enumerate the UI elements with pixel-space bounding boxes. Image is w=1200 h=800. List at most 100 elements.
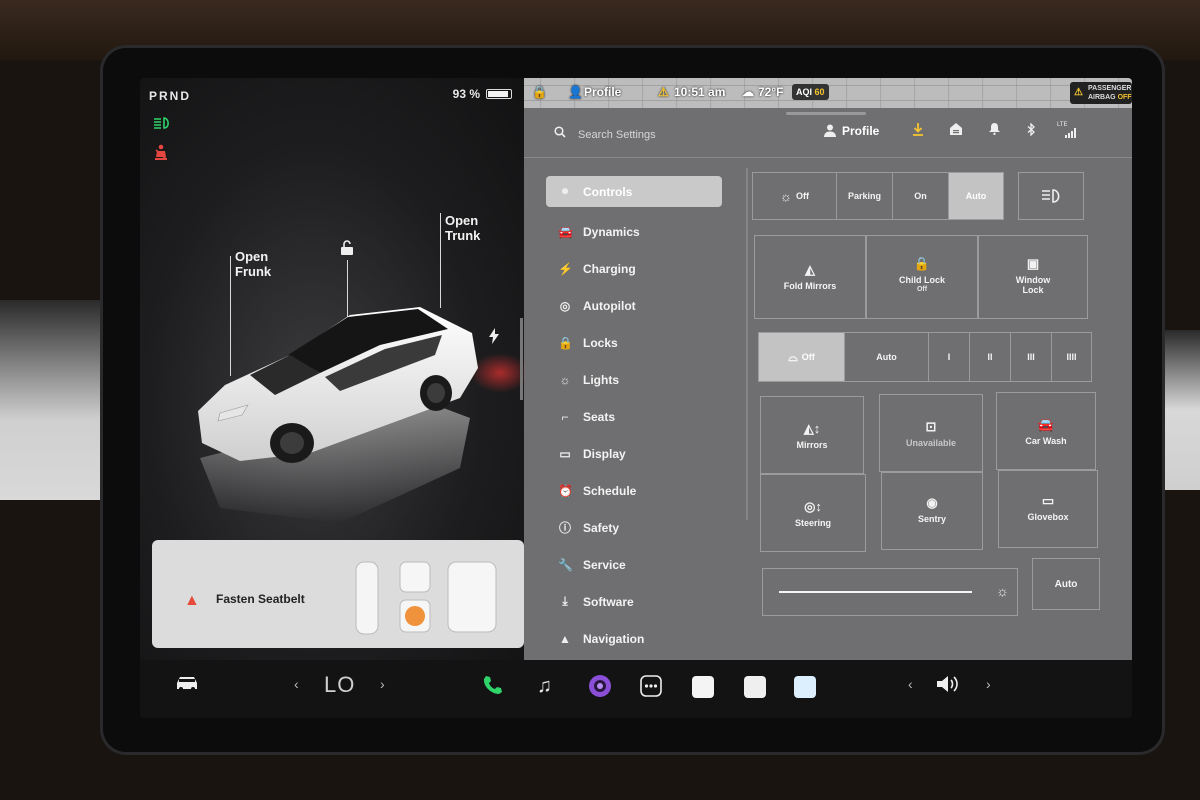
seat-icon: ⌐ [561,409,569,424]
app-tile-2[interactable] [744,676,766,698]
signal-icon [1065,126,1077,141]
nav-item-software[interactable]: ⤓ Software [546,583,722,620]
wipers-auto-button[interactable]: Auto [844,332,928,382]
volume-up-chevron-icon[interactable]: › [986,676,991,692]
seatbelt-warning-icon [152,144,170,167]
search-settings-input[interactable] [576,124,760,146]
steering-label: Steering [794,518,831,528]
nav-item-dynamics[interactable]: 🚘 Dynamics [546,213,722,250]
nav-item-seats[interactable]: ⌐ Seats [546,398,722,435]
glovebox-button[interactable]: ▭ Glovebox [998,470,1098,548]
wipers-speed-1-button[interactable]: I [928,332,969,382]
nav-item-charging[interactable]: ⚡ Charging [546,250,722,287]
wipers-off-button[interactable]: ⌓ Off [758,332,844,382]
car-icon: 🚘 [1037,417,1055,432]
window-lock-button[interactable]: ▣ Window Lock [978,235,1088,319]
touchscreen: PRND 93 % Open Frunk Open Trunk ▲ Fasten… [140,78,1132,718]
alarm-icon: ⏰ [558,483,573,498]
unavailable-label: Unavailable [905,438,957,448]
nav-item-service[interactable]: 🔧 Service [546,546,722,583]
battery-fill [488,91,509,97]
nav-item-lights[interactable]: ☼ Lights [546,361,722,398]
nav-label: Software [583,594,634,609]
airbag-line1: PASSENGER [1088,85,1132,92]
volume-down-chevron-icon[interactable]: ‹ [908,676,913,692]
seatbelt-alert-card[interactable]: ▲ Fasten Seatbelt [152,540,524,648]
child-lock-button[interactable]: 🔒 Child Lock Off [866,235,978,319]
headlights-auto-button[interactable]: Auto [948,172,1004,220]
headlights-on-button[interactable]: On [892,172,948,220]
nav-label: Navigation [583,631,645,646]
volume-icon[interactable] [936,674,962,699]
bluetooth-icon[interactable] [1027,122,1036,139]
mirror-adjust-icon: ◭↕ [803,421,821,436]
gear-indicator: PRND [149,89,192,103]
headlights-on-label: On [914,191,927,201]
car-icon[interactable] [174,675,200,696]
car-wash-button[interactable]: 🚘 Car Wash [996,392,1096,470]
open-frunk-line2: Frunk [235,264,272,279]
battery-icon [486,89,512,99]
open-frunk-button[interactable]: Open Frunk [235,249,271,279]
fold-mirrors-button[interactable]: ◭ Fold Mirrors [754,235,866,319]
nav-scrollbar[interactable] [746,168,748,520]
search-icon [554,126,566,141]
headlights-off-button[interactable]: ☼ Off [752,172,836,220]
safety-icon: ⓘ [558,521,571,535]
nav-item-locks[interactable]: 🔒 Locks [546,324,722,361]
nav-label: Seats [583,409,616,424]
app-tile-1[interactable] [692,676,714,698]
status-lock-icon: 🔒 [532,85,547,99]
wipers-speed-3-button[interactable]: III [1010,332,1051,382]
seat-map-graphic [352,556,502,638]
bolt-icon: ⚡ [558,261,573,276]
sentry-label: Sentry [917,514,946,524]
steering-adjust-button[interactable]: ◎↕ Steering [760,474,866,552]
nav-label: Lights [583,372,619,387]
wipers-speed-2-button[interactable]: II [969,332,1010,382]
temp-decrease-chevron-icon[interactable]: ‹ [294,676,299,692]
camera-app-icon[interactable] [588,674,612,703]
drag-handle[interactable] [786,112,866,115]
aqi-label: AQI [796,87,813,97]
nav-item-navigation[interactable]: ▲ Navigation [546,620,722,657]
nav-item-safety[interactable]: ⓘ Safety [546,509,722,546]
auto-high-beam-button[interactable] [1018,172,1084,220]
mirrors-adjust-button[interactable]: ◭↕ Mirrors [760,396,864,474]
car-panel-scrollbar[interactable] [520,318,523,400]
wipers-speed-3-label: III [1027,352,1035,362]
notification-bell-icon[interactable] [989,123,1000,138]
nav-item-display[interactable]: ▭ Display [546,435,722,472]
temp-increase-chevron-icon[interactable]: › [380,676,385,692]
display-icon: ▭ [559,446,571,461]
brightness-auto-button[interactable]: Auto [1032,558,1100,610]
wipers-speed-4-button[interactable]: IIII [1051,332,1092,382]
nav-label: Schedule [583,483,637,498]
more-apps-icon[interactable] [640,675,662,702]
homelink-icon[interactable] [950,123,962,138]
open-trunk-button[interactable]: Open Trunk [445,213,480,243]
warning-triangle-icon: ▲ [184,592,200,609]
brightness-slider-track[interactable] [779,591,972,593]
profile-button[interactable]: Profile [842,124,879,138]
wrench-icon: 🔧 [558,557,573,572]
sentry-button[interactable]: ◉ Sentry [881,472,983,550]
headlights-parking-button[interactable]: Parking [836,172,892,220]
headlights-parking-label: Parking [847,191,881,201]
nav-item-autopilot[interactable]: ◎ Autopilot [546,287,722,324]
download-icon: ⤓ [562,594,568,608]
status-profile[interactable]: Profile [584,85,621,99]
brightness-slider[interactable]: ☼ [762,568,1018,616]
car-illustration [198,307,478,523]
unlock-icon[interactable] [340,240,354,259]
nav-label: Locks [583,335,618,350]
phone-icon[interactable] [482,675,502,700]
music-note-icon[interactable]: ♫ [537,675,552,698]
aqi-value: 60 [814,87,825,97]
app-tile-3[interactable] [794,676,816,698]
nav-item-schedule[interactable]: ⏰ Schedule [546,472,722,509]
child-lock-label: Child Lock [898,275,945,285]
nav-item-controls[interactable]: ⏺ Controls [546,176,722,207]
download-icon[interactable] [912,123,924,139]
car-panel: PRND 93 % Open Frunk Open Trunk ▲ Fasten… [140,78,530,660]
